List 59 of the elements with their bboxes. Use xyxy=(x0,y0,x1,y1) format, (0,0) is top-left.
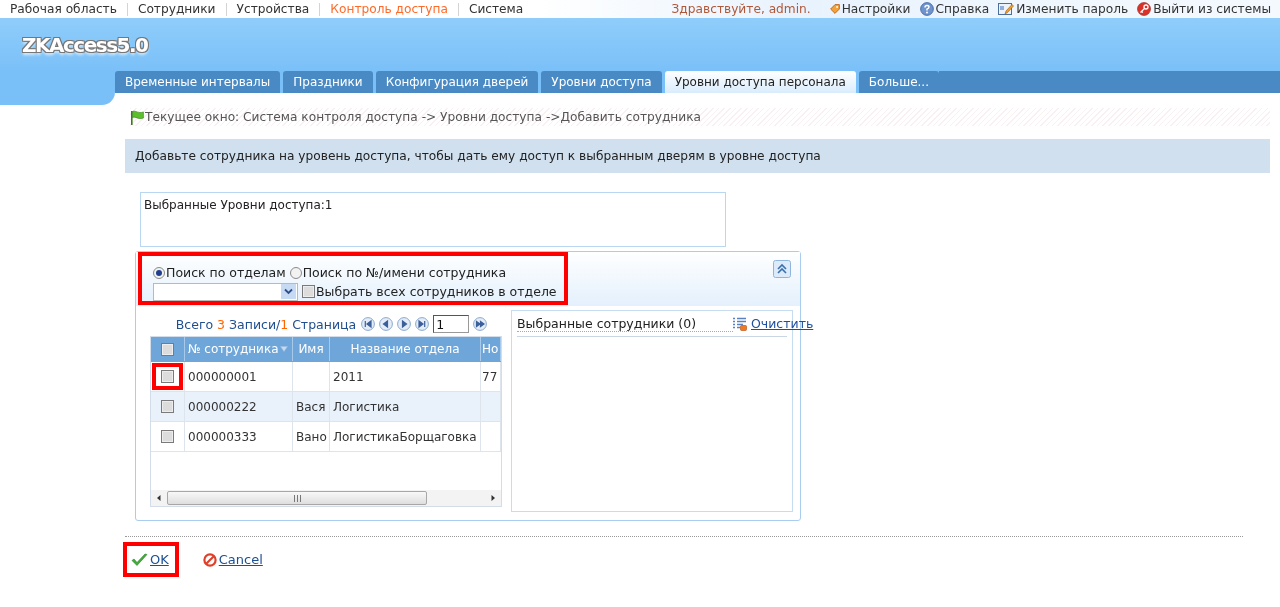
scrollbar-thumb[interactable] xyxy=(167,491,427,505)
select-all-checkbox[interactable] xyxy=(161,342,174,356)
table-cell: ЛогистикаБорщаговка xyxy=(330,422,481,451)
change-password-link[interactable]: Изменить пароль xyxy=(998,2,1129,16)
tab[interactable]: Праздники xyxy=(283,71,373,93)
first-page-icon[interactable] xyxy=(361,317,376,331)
previous-page-icon[interactable] xyxy=(379,317,394,331)
table-cell: 000000333 xyxy=(185,422,293,451)
pencil-icon xyxy=(998,2,1015,16)
selected-employees-title: Выбранные сотрудники (0) xyxy=(517,315,733,332)
greeting-text: Здравствуйте, admin. xyxy=(671,2,811,16)
table-cell: 77 xyxy=(481,362,501,391)
table-cell: Вася xyxy=(293,392,330,421)
help-link[interactable]: Справка xyxy=(919,2,990,16)
table-cell: 000000001 xyxy=(185,362,293,391)
grip-icon xyxy=(293,494,301,502)
flag-icon xyxy=(130,109,144,125)
next-page-icon[interactable] xyxy=(397,317,412,331)
nav-item[interactable]: Устройства xyxy=(225,2,320,16)
collapse-icon[interactable] xyxy=(773,260,791,278)
table-cell: Вано xyxy=(293,422,330,451)
settings-link[interactable]: Настройки xyxy=(829,2,911,16)
help-icon xyxy=(919,2,934,16)
check-icon xyxy=(131,552,148,567)
page-input[interactable]: 1 xyxy=(433,315,470,333)
horizontal-scrollbar[interactable] xyxy=(151,490,501,506)
tab[interactable]: Конфигурация дверей xyxy=(375,71,539,93)
search-mode-radio[interactable]: Поиск по отделам xyxy=(153,265,286,280)
cancel-button[interactable]: Cancel xyxy=(202,552,263,567)
table-cell: 2011 xyxy=(330,362,481,391)
breadcrumb-text: Текущее окно: Система контроля доступа -> Уровни доступа ->Добавить сотрудника xyxy=(145,110,702,124)
info-message: Добавьте сотрудника на уровень доступа, чтобы дать ему доступ к выбранным дверям в уровне доступа xyxy=(125,139,1270,173)
key-icon xyxy=(1137,2,1152,16)
nav-item[interactable]: Система xyxy=(457,2,534,16)
last-page-icon[interactable] xyxy=(415,317,430,331)
caret-icon xyxy=(281,284,296,299)
clear-list-icon xyxy=(733,316,747,331)
nav-item[interactable]: Рабочая область xyxy=(0,2,127,16)
row-checkbox[interactable] xyxy=(161,430,174,443)
logout-link[interactable]: Выйти из системы xyxy=(1137,2,1271,16)
prohibited-icon xyxy=(202,552,217,567)
tab[interactable]: Уровни доступа персонала xyxy=(664,71,856,93)
clear-link[interactable]: Очистить xyxy=(733,316,814,331)
tag-icon xyxy=(829,4,840,14)
pager-summary: Всего 3 Записи/1 Страница xyxy=(175,316,357,332)
ok-button[interactable]: OK xyxy=(131,552,169,567)
row-checkbox[interactable] xyxy=(161,370,174,383)
logo: ZKAccess5.0 xyxy=(22,32,148,57)
go-icon[interactable] xyxy=(473,317,488,331)
table-cell: Логистика xyxy=(330,392,481,421)
row-checkbox[interactable] xyxy=(161,400,174,413)
select-all-option[interactable]: Выбрать всех сотрудников в отделе xyxy=(302,284,557,299)
selected-levels-box: Выбранные Уровни доступа:1 xyxy=(140,192,726,247)
table-cell: 000000222 xyxy=(185,392,293,421)
nav-item[interactable]: Сотрудники xyxy=(126,2,226,16)
tab[interactable]: Больше... xyxy=(858,71,939,93)
tab[interactable]: Временные интервалы xyxy=(115,71,281,93)
tab[interactable]: Уровни доступа xyxy=(541,71,662,93)
search-mode-radio[interactable]: Поиск по №/имени сотрудника xyxy=(289,265,507,280)
